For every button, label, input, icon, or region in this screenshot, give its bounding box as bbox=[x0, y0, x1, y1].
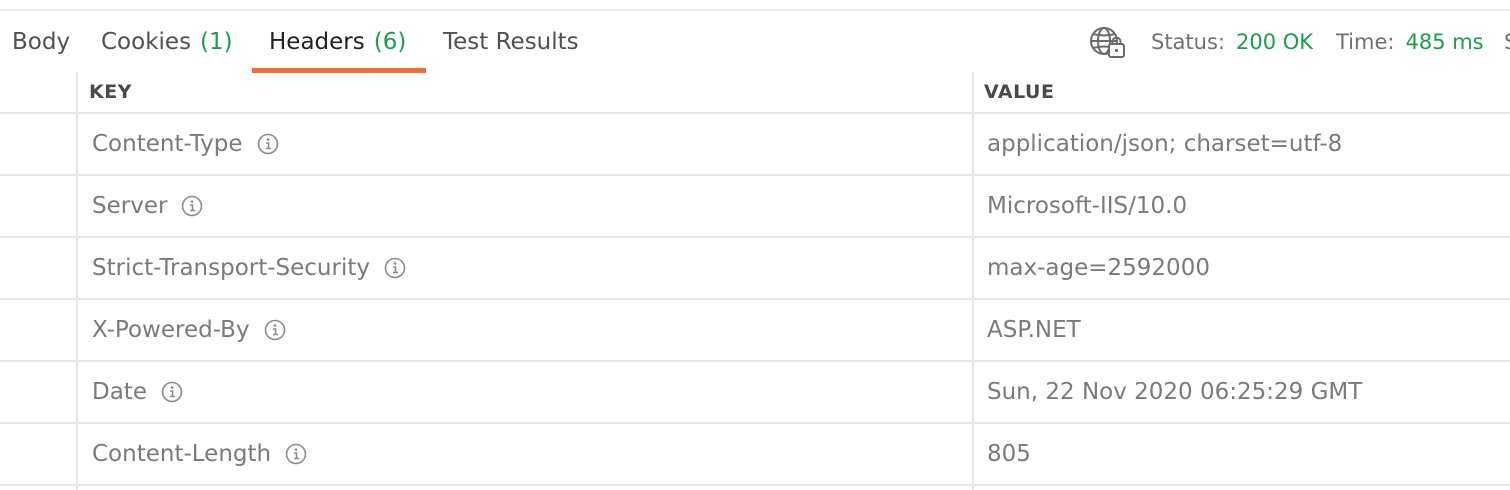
response-status: Status: 200 OK bbox=[1151, 11, 1313, 73]
table-row: X-Powered-By ASP.NET bbox=[0, 300, 1510, 360]
header-value[interactable]: ASP.NET bbox=[987, 300, 1081, 360]
header-key-text[interactable]: Content-Length bbox=[92, 441, 271, 467]
status-label: Status: bbox=[1151, 30, 1225, 54]
tab-headers-count: (6) bbox=[373, 29, 407, 55]
tab-test-results-label: Test Results bbox=[443, 29, 579, 55]
header-key: Date bbox=[92, 362, 183, 422]
header-key-text[interactable]: Server bbox=[92, 193, 167, 219]
column-header-key: KEY bbox=[89, 81, 132, 103]
header-key: Content-Type bbox=[92, 114, 279, 174]
header-key: X-Powered-By bbox=[92, 300, 286, 360]
header-key-text[interactable]: Strict-Transport-Security bbox=[92, 255, 370, 281]
tab-headers-label: Headers bbox=[269, 29, 365, 55]
tab-body[interactable]: Body bbox=[12, 11, 70, 73]
table-row: Date Sun, 22 Nov 2020 06:25:29 GMT bbox=[0, 362, 1510, 422]
status-value[interactable]: 200 OK bbox=[1236, 30, 1313, 54]
time-value[interactable]: 485 ms bbox=[1405, 30, 1483, 54]
tab-body-label: Body bbox=[12, 29, 71, 55]
tab-headers[interactable]: Headers (6) bbox=[269, 11, 406, 73]
info-circle-icon[interactable] bbox=[257, 133, 279, 155]
header-key: Content-Length bbox=[92, 424, 307, 484]
time-label: Time: bbox=[1336, 30, 1395, 54]
response-tabbar: Body Cookies (1) Headers (6) Test Result… bbox=[0, 11, 1510, 73]
headers-table: KEY VALUE Content-Type application/json;… bbox=[0, 72, 1510, 490]
column-header-value: VALUE bbox=[984, 81, 1055, 103]
response-panel: Body Cookies (1) Headers (6) Test Result… bbox=[0, 0, 1510, 490]
header-value[interactable]: max-age=2592000 bbox=[987, 238, 1210, 298]
tab-cookies-label: Cookies bbox=[101, 29, 192, 55]
info-circle-icon[interactable] bbox=[264, 319, 286, 341]
table-row: Server Microsoft-IIS/10.0 bbox=[0, 176, 1510, 236]
table-row: Content-Length 805 bbox=[0, 424, 1510, 484]
info-circle-icon[interactable] bbox=[384, 257, 406, 279]
info-circle-icon[interactable] bbox=[285, 443, 307, 465]
header-value[interactable]: application/json; charset=utf-8 bbox=[987, 114, 1342, 174]
header-key-text[interactable]: Content-Type bbox=[92, 131, 243, 157]
header-value[interactable]: 805 bbox=[987, 424, 1031, 484]
tab-cookies-count: (1) bbox=[200, 29, 233, 55]
header-key: Strict-Transport-Security bbox=[92, 238, 406, 298]
header-value[interactable]: Sun, 22 Nov 2020 06:25:29 GMT bbox=[987, 362, 1362, 422]
header-key-text[interactable]: Date bbox=[92, 379, 147, 405]
info-circle-icon[interactable] bbox=[181, 195, 203, 217]
response-time: Time: 485 ms bbox=[1336, 11, 1484, 73]
globe-lock-icon[interactable] bbox=[1088, 25, 1126, 59]
header-key: Server bbox=[92, 176, 203, 236]
tab-cookies[interactable]: Cookies (1) bbox=[101, 11, 233, 73]
tab-test-results[interactable]: Test Results bbox=[443, 11, 579, 73]
size-label-partial: S bbox=[1504, 11, 1510, 73]
header-value[interactable]: Microsoft-IIS/10.0 bbox=[987, 176, 1187, 236]
table-row: Strict-Transport-Security max-age=259200… bbox=[0, 238, 1510, 298]
row-divider bbox=[0, 484, 1510, 486]
info-circle-icon[interactable] bbox=[161, 381, 183, 403]
header-key-text[interactable]: X-Powered-By bbox=[92, 317, 250, 343]
table-row: Content-Type application/json; charset=u… bbox=[0, 114, 1510, 174]
